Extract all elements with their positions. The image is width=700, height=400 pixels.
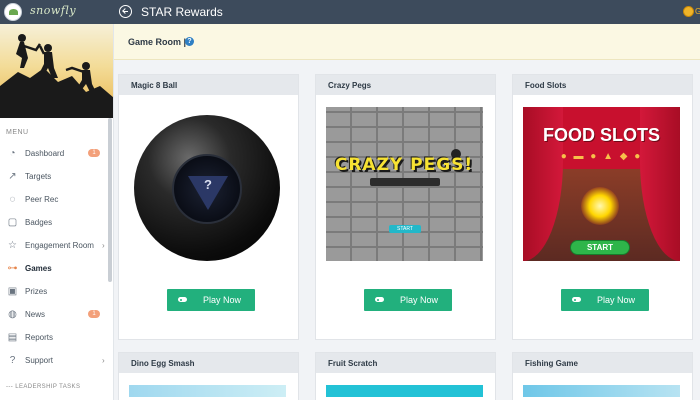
sidebar-item-label: Reports	[25, 333, 54, 342]
top-bar: snowfly STAR Rewards G	[0, 0, 700, 24]
game-thumbnail[interactable]	[129, 385, 286, 397]
game-card-crazy-pegs: Crazy Pegs CRAZY PEGS! START Play Now	[315, 74, 496, 340]
leadership-section-label: --- LEADERSHIP TASKS	[6, 384, 81, 390]
back-arrow-icon[interactable]	[119, 5, 132, 18]
logo-area[interactable]: snowfly	[0, 0, 114, 24]
game-room-header: Game Room | ?	[114, 24, 700, 60]
chevron-right-icon: ›	[102, 241, 105, 250]
card-header: Fruit Scratch	[316, 353, 495, 373]
play-now-button[interactable]: Play Now	[167, 289, 255, 311]
game-card-magic-8-ball: Magic 8 Ball ? Play Now	[118, 74, 299, 340]
notification-badge: 1	[88, 149, 100, 157]
section-title: Game Room |	[128, 37, 187, 47]
sidebar-item-label: Prizes	[25, 287, 48, 296]
chevron-right-icon: ›	[102, 356, 105, 365]
coin-glow-icon	[581, 187, 619, 225]
gift-icon: ▣	[7, 286, 18, 297]
game-title: Crazy Pegs	[328, 81, 372, 90]
globe-icon: ◍	[8, 309, 17, 320]
sidebar-item-dashboard[interactable]: ◔ Dashboard 1	[0, 143, 108, 165]
sidebar-item-games[interactable]: ⊶ Games	[0, 258, 108, 280]
question-mark-icon: ?	[204, 177, 212, 192]
sidebar-item-news[interactable]: ◍ News 1	[0, 304, 108, 326]
sidebar-hero-image	[0, 24, 113, 118]
game-card-fruit-scratch: Fruit Scratch	[315, 352, 496, 400]
sidebar-item-targets[interactable]: ↗ Targets	[0, 166, 108, 188]
play-now-button[interactable]: Play Now	[561, 289, 649, 311]
logo-subtitle-bar	[370, 178, 440, 186]
card-header: Fishing Game	[513, 353, 692, 373]
page-title: STAR Rewards	[141, 5, 223, 19]
chart-trend-icon: ↗	[8, 171, 17, 182]
thumbnail-start-label: START	[570, 240, 630, 255]
climbers-silhouette-icon	[0, 34, 113, 118]
gamepad-icon	[572, 297, 581, 302]
card-header: Crazy Pegs	[316, 75, 495, 95]
game-title: Fruit Scratch	[328, 359, 378, 368]
sidebar-item-label: Badges	[25, 218, 53, 227]
help-icon[interactable]: ?	[185, 37, 194, 46]
sidebar-item-label: Games	[25, 264, 52, 273]
game-title: Food Slots	[525, 81, 567, 90]
sidebar-item-label: Support	[25, 356, 54, 365]
sidebar-item-prizes[interactable]: ▣ Prizes	[0, 281, 108, 303]
dashboard-icon: ◔	[9, 148, 16, 159]
food-icons-row: ● ▬ ● ▲ ◆ ●	[560, 151, 643, 162]
gamepad-icon: ⊶	[7, 263, 18, 274]
sidebar-scrollbar[interactable]	[108, 118, 112, 282]
food-slots-logo: FOOD SLOTS	[543, 125, 660, 145]
gamepad-icon	[178, 297, 187, 302]
game-title: Magic 8 Ball	[131, 81, 178, 90]
sidebar-item-label: Peer Rec	[25, 195, 59, 204]
crazy-pegs-logo: CRAZY PEGS!	[334, 155, 474, 175]
logo-text: snowfly	[30, 4, 77, 17]
card-header: Food Slots	[513, 75, 692, 95]
game-card-food-slots: Food Slots FOOD SLOTS ● ▬ ● ▲ ◆ ● START …	[512, 74, 693, 340]
gamepad-icon	[375, 297, 384, 302]
sidebar-item-engagement-room[interactable]: ☆ Engagement Room ›	[0, 235, 108, 257]
sidebar-item-reports[interactable]: ▤ Reports	[0, 327, 108, 349]
coin-icon[interactable]	[683, 6, 694, 17]
game-title: Dino Egg Smash	[131, 359, 195, 368]
chat-icon: ◌	[9, 194, 16, 205]
game-title: Fishing Game	[525, 359, 578, 368]
play-now-button[interactable]: Play Now	[364, 289, 452, 311]
sidebar: MENU ◔ Dashboard 1 ↗ Targets ◌ Peer Rec …	[0, 24, 114, 400]
game-thumbnail[interactable]	[523, 385, 680, 397]
sidebar-item-label: Targets	[25, 172, 52, 181]
help-circle-icon: ?	[9, 355, 16, 366]
card-header: Dino Egg Smash	[119, 353, 298, 373]
sidebar-item-label: Dashboard	[25, 149, 65, 158]
game-card-fishing-game: Fishing Game	[512, 352, 693, 400]
document-icon: ▤	[7, 332, 18, 343]
game-card-dino-egg-smash: Dino Egg Smash	[118, 352, 299, 400]
game-thumbnail[interactable]	[326, 385, 483, 397]
coin-label: G	[695, 7, 700, 16]
magic-8-ball-image: ?	[134, 115, 280, 261]
sidebar-item-support[interactable]: ? Support ›	[0, 350, 108, 372]
game-thumbnail[interactable]: CRAZY PEGS! START	[326, 107, 483, 261]
card-header: Magic 8 Ball	[119, 75, 298, 95]
sidebar-item-badges[interactable]: ▢ Badges	[0, 212, 108, 234]
star-icon: ☆	[8, 240, 17, 251]
game-thumbnail[interactable]: FOOD SLOTS ● ▬ ● ▲ ◆ ● START	[523, 107, 680, 261]
snowfly-logo-icon	[4, 3, 22, 21]
notification-badge: 1	[88, 310, 100, 318]
menu-section-label: MENU	[6, 129, 29, 136]
thumbnail-start-label: START	[389, 225, 421, 233]
sidebar-item-label: Engagement Room	[25, 241, 94, 250]
sidebar-item-label: News	[25, 310, 46, 319]
ball-window: ?	[172, 154, 242, 224]
sidebar-item-peer-rec[interactable]: ◌ Peer Rec	[0, 189, 108, 211]
game-thumbnail[interactable]: ?	[129, 107, 286, 261]
badge-icon: ▢	[7, 217, 18, 228]
